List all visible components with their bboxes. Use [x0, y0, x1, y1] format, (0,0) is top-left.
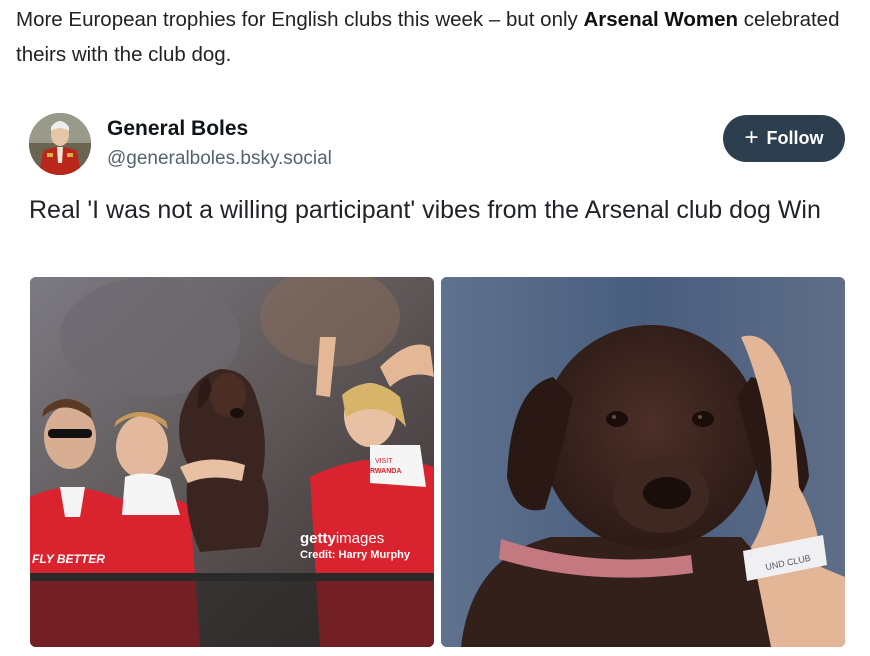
sponsor-sign-fly-better: FLY BETTER	[32, 552, 105, 566]
sponsor-sign-rwanda: RWANDA	[370, 468, 401, 475]
embedded-social-post: General Boles @generalboles.bsky.social …	[16, 96, 862, 656]
getty-brand-bold: getty	[300, 530, 336, 547]
dog-closeup-photo: UND CLUB	[441, 277, 845, 647]
follow-button[interactable]: + Follow	[723, 115, 845, 162]
avatar[interactable]	[29, 113, 91, 175]
follow-button-label: Follow	[766, 128, 824, 148]
post-image-dog-closeup[interactable]: UND CLUB	[441, 277, 845, 647]
post-text: Real 'I was not a willing participant' v…	[29, 196, 821, 224]
getty-watermark: gettyimages Credit: Harry Murphy	[300, 530, 410, 561]
players-celebration-photo: VISIT RWANDA FLY BETTER	[30, 277, 434, 647]
intro-bold-text: Arsenal Women	[583, 8, 739, 31]
author-handle[interactable]: @generalboles.bsky.social	[107, 148, 332, 170]
photo-credit: Credit: Harry Murphy	[300, 549, 411, 561]
avatar-portrait-icon	[29, 113, 91, 175]
author-name[interactable]: General Boles	[107, 117, 248, 141]
plus-icon: +	[744, 123, 759, 151]
article-paragraph: More European trophies for English clubs…	[16, 2, 866, 72]
getty-brand-regular: images	[335, 530, 385, 547]
intro-text-start: More European trophies for English clubs…	[16, 8, 584, 31]
sponsor-sign-visit: VISIT	[375, 458, 393, 465]
post-image-players-with-dog[interactable]: VISIT RWANDA FLY BETTER gettyimages Cred…	[30, 277, 434, 647]
